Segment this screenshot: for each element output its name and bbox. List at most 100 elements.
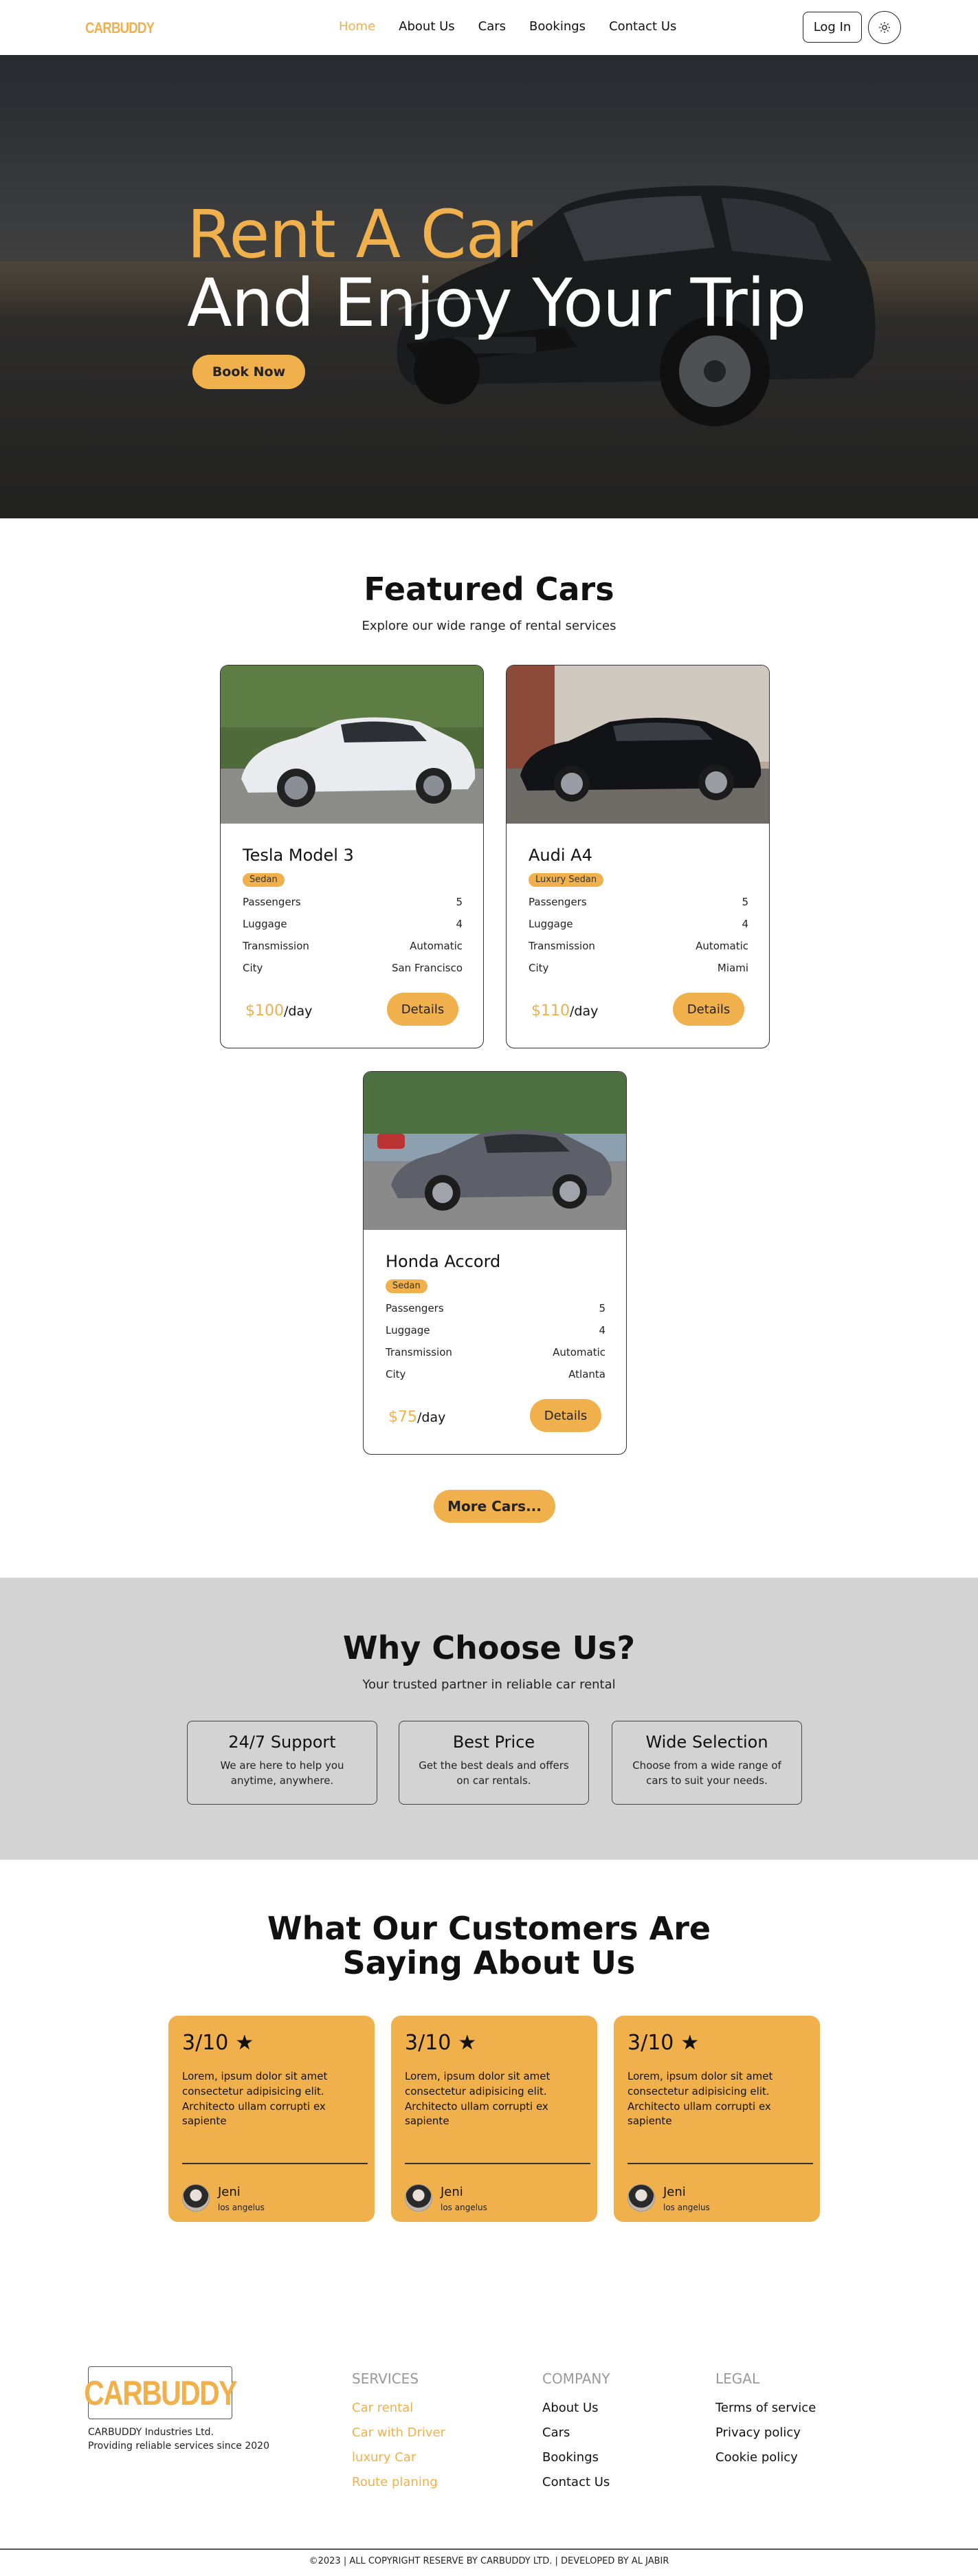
testimonial-card: 3/10 ★ Lorem, ipsum dolor sit amet consec… xyxy=(168,2016,375,2222)
spec-label: Transmission xyxy=(243,940,309,952)
spec-value: Atlanta xyxy=(568,1368,605,1380)
footer-link-cookie[interactable]: Cookie policy xyxy=(715,2450,798,2465)
reviewer-location: los angelus xyxy=(441,2203,487,2212)
book-now-button[interactable]: Book Now xyxy=(192,355,305,389)
footer-divider xyxy=(0,2549,978,2550)
feature-desc: We are here to help you anytime, anywher… xyxy=(220,1759,344,1787)
details-button[interactable]: Details xyxy=(530,1399,601,1432)
copyright-text: ©2023 | ALL COPYRIGHT RESERVE BY CARBUDD… xyxy=(309,2556,669,2566)
spec-label: City xyxy=(243,962,263,974)
why-subtitle: Your trusted partner in reliable car ren… xyxy=(362,1677,616,1692)
footer-logo-text: CARBUDDY xyxy=(84,2373,237,2412)
spec-row-city: City Miami xyxy=(529,962,748,974)
spec-value: Miami xyxy=(717,962,748,974)
footer-link-contact[interactable]: Contact Us xyxy=(542,2475,610,2489)
testimonials-title: What Our Customers Are Saying About Us xyxy=(0,1911,978,1980)
featured-subtitle: Explore our wide range of rental service… xyxy=(362,619,616,633)
testimonial-card: 3/10 ★ Lorem, ipsum dolor sit amet consec… xyxy=(391,2016,597,2222)
testimonial-text: Lorem, ipsum dolor sit amet consectetur … xyxy=(627,2070,773,2128)
nav-link-about[interactable]: About Us xyxy=(399,19,455,34)
spec-label: Passengers xyxy=(386,1302,444,1314)
spec-value: Automatic xyxy=(696,940,748,952)
nav-link-home[interactable]: Home xyxy=(339,19,375,34)
footer-link-bookings[interactable]: Bookings xyxy=(542,2450,599,2465)
spec-value: 5 xyxy=(456,896,463,908)
footer-link-privacy[interactable]: Privacy policy xyxy=(715,2425,801,2440)
reviewer-name: Jeni xyxy=(663,2185,686,2199)
footer-link-car-rental[interactable]: Car rental xyxy=(352,2401,413,2415)
spec-value: Automatic xyxy=(553,1346,605,1358)
divider xyxy=(627,2163,813,2164)
feature-title: Wide Selection xyxy=(645,1732,768,1752)
spec-value: 5 xyxy=(599,1302,605,1314)
nav-link-contact[interactable]: Contact Us xyxy=(609,19,676,34)
car-category-badge: Sedan xyxy=(243,873,285,887)
details-button[interactable]: Details xyxy=(673,993,744,1026)
spec-label: Passengers xyxy=(529,896,587,908)
featured-title: Featured Cars xyxy=(364,571,614,608)
footer-company-desc: Providing reliable services since 2020 xyxy=(88,2441,269,2452)
footer-link-about[interactable]: About Us xyxy=(542,2401,599,2415)
hero-heading-line1: Rent A Car xyxy=(187,196,533,273)
footer-link-terms[interactable]: Terms of service xyxy=(715,2401,816,2415)
footer-link-car-driver[interactable]: Car with Driver xyxy=(352,2425,445,2440)
footer-link-luxury-car[interactable]: luxury Car xyxy=(352,2450,416,2465)
spec-row-city: City San Francisco xyxy=(243,962,463,974)
theme-toggle-button[interactable] xyxy=(868,11,901,44)
feature-title: 24/7 Support xyxy=(228,1732,336,1752)
spec-label: Luggage xyxy=(243,918,287,930)
star-icon: ★ xyxy=(458,2031,477,2055)
navbar: CARBUDDY Home About Us Cars Bookings Con… xyxy=(0,0,978,55)
car-card: Tesla Model 3 Sedan Passengers 5 Luggage 4… xyxy=(220,665,484,1048)
spec-row-transmission: Transmission Automatic xyxy=(529,940,748,952)
spec-label: City xyxy=(529,962,549,974)
why-section xyxy=(0,1578,978,1860)
footer-company-name: CARBUDDY Industries Ltd. xyxy=(88,2427,214,2438)
price-unit: /day xyxy=(417,1410,446,1425)
spec-value: 4 xyxy=(456,918,463,930)
footer-tagline: CARBUDDY Industries Ltd. Providing relia… xyxy=(88,2425,269,2454)
nav-link-cars[interactable]: Cars xyxy=(478,19,506,34)
nav-link-bookings[interactable]: Bookings xyxy=(529,19,586,34)
login-button[interactable]: Log In xyxy=(803,12,862,43)
hero-heading-line2: And Enjoy Your Trip xyxy=(187,265,806,342)
brand-logo[interactable]: CARBUDDY xyxy=(85,19,155,37)
spec-row-luggage: Luggage 4 xyxy=(243,918,463,930)
reviewer-name: Jeni xyxy=(441,2185,463,2199)
price-unit: /day xyxy=(284,1004,313,1019)
footer-legal-title: LEGAL xyxy=(715,2370,760,2387)
testimonials-title-line2: Saying About Us xyxy=(342,1944,636,1981)
why-title: Why Choose Us? xyxy=(342,1629,636,1666)
details-button[interactable]: Details xyxy=(387,993,458,1026)
spec-label: Luggage xyxy=(529,918,573,930)
car-image xyxy=(221,665,483,824)
spec-label: Transmission xyxy=(529,940,595,952)
footer-link-cars[interactable]: Cars xyxy=(542,2425,570,2440)
reviewer-location: los angelus xyxy=(663,2203,710,2212)
rating-value: 3/10 xyxy=(182,2031,229,2055)
footer-company-title: COMPANY xyxy=(542,2370,610,2387)
testimonial-rating: 3/10 ★ xyxy=(182,2031,254,2055)
more-cars-button[interactable]: More Cars... xyxy=(434,1490,555,1523)
car-image xyxy=(364,1072,626,1230)
testimonial-rating: 3/10 ★ xyxy=(405,2031,476,2055)
car-name: Tesla Model 3 xyxy=(243,846,354,865)
testimonial-text: Lorem, ipsum dolor sit amet consectetur … xyxy=(182,2070,328,2128)
star-icon: ★ xyxy=(235,2031,254,2055)
rating-value: 3/10 xyxy=(405,2031,452,2055)
reviewer-location: los angelus xyxy=(218,2203,265,2212)
price-amount: $75 xyxy=(388,1409,417,1426)
price-amount: $110 xyxy=(531,1002,570,1020)
spec-row-passengers: Passengers 5 xyxy=(529,896,748,908)
footer-link-route-planing[interactable]: Route planing xyxy=(352,2475,438,2489)
car-name: Honda Accord xyxy=(386,1252,501,1271)
avatar xyxy=(627,2184,655,2212)
feature-box-selection: Wide Selection Choose from a wide range … xyxy=(612,1721,802,1805)
car-price: $110/day xyxy=(531,1002,598,1020)
feature-desc: Choose from a wide range of cars to suit… xyxy=(632,1759,781,1787)
spec-value: 4 xyxy=(742,918,748,930)
sun-icon xyxy=(879,22,890,33)
spec-row-transmission: Transmission Automatic xyxy=(386,1346,605,1358)
footer-logo[interactable]: CARBUDDY xyxy=(84,2366,237,2419)
spec-value: Automatic xyxy=(410,940,463,952)
